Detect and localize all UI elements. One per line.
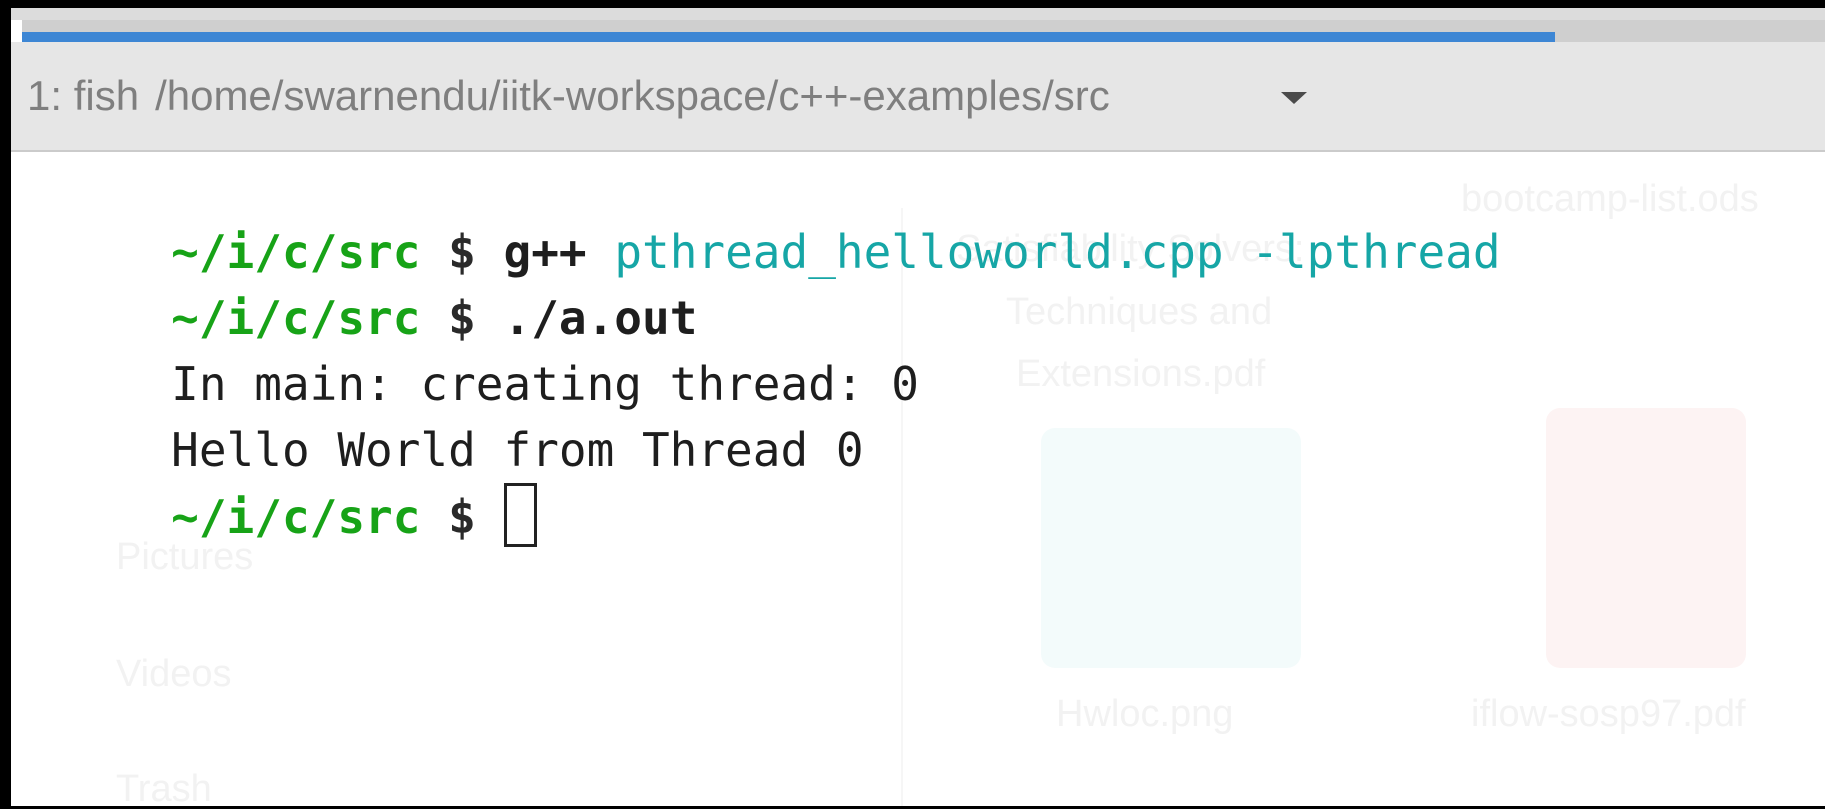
tab-session[interactable]: 1: fish/home/swarnendu/iitk-workspace/c+… (27, 72, 1110, 120)
terminal-window: bootcamp-list.ods Satisfiability Solvers… (0, 0, 1825, 809)
text-cursor[interactable] (503, 483, 537, 547)
tab-path: /home/swarnendu/iitk-workspace/c++-examp… (155, 72, 1110, 119)
command-arguments: pthread_helloworld.cpp -lpthread (614, 225, 1501, 279)
progress-bar (22, 20, 1825, 42)
terminal-output[interactable]: ~/i/c/src $ g++ pthread_helloworld.cpp -… (11, 153, 1825, 806)
shell-prompt: ~/i/c/src (171, 490, 421, 544)
dropdown-arrow-icon[interactable] (1281, 92, 1307, 104)
tab-bar: 1: fish/home/swarnendu/iitk-workspace/c+… (11, 42, 1825, 152)
prompt-symbol: $ (448, 490, 476, 544)
terminal-line: ~/i/c/src $ (11, 417, 537, 616)
tab-index-label: 1: fish (27, 72, 140, 119)
window-top-strip (11, 8, 1825, 20)
progress-bar-fill (22, 32, 1555, 42)
